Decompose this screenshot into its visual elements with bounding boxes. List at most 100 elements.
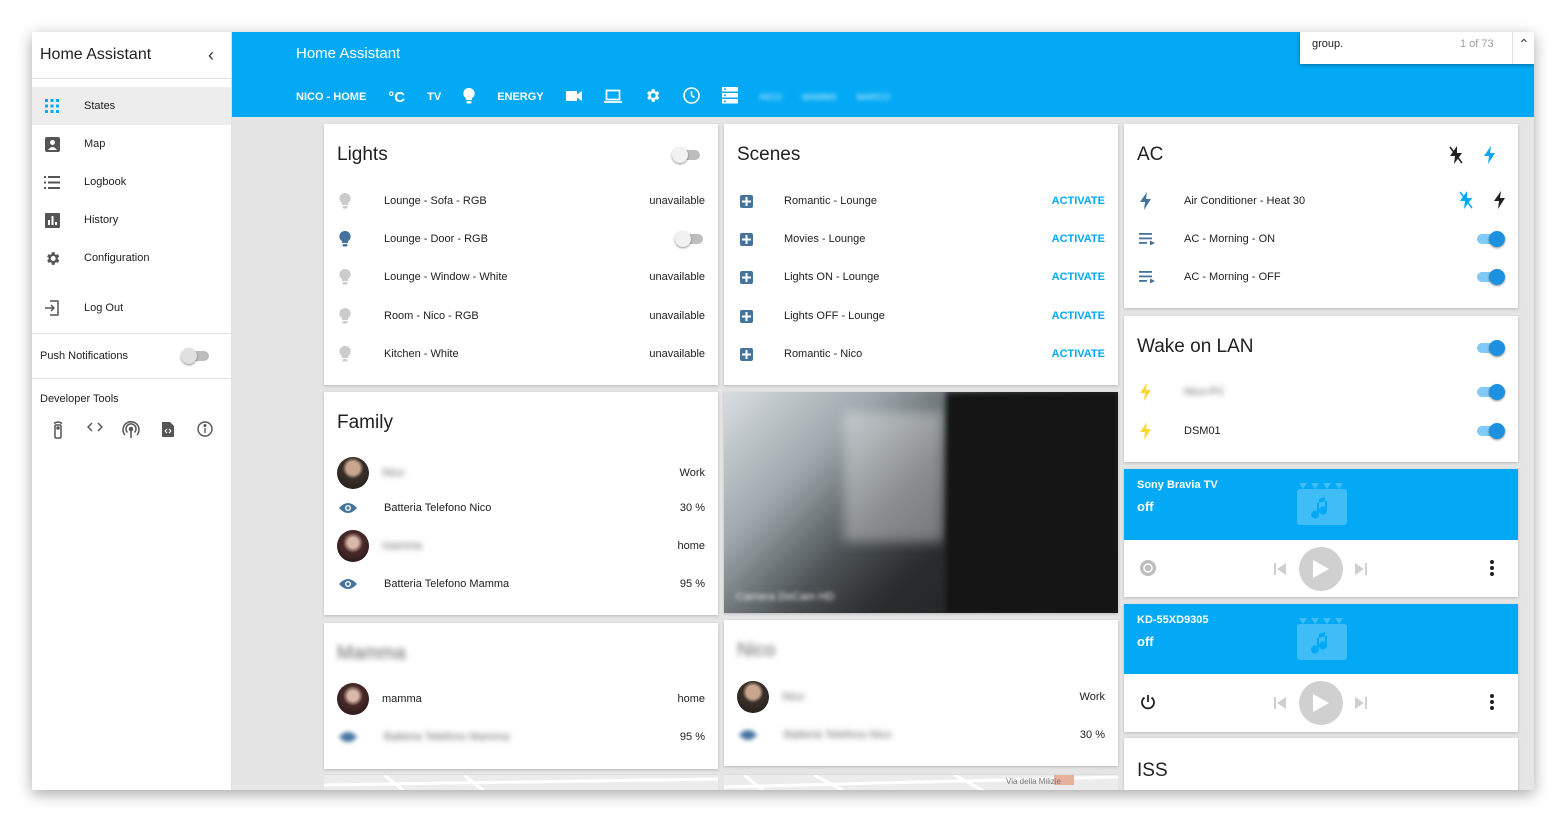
- entity-state: 30 %: [679, 502, 705, 514]
- wol-master-toggle[interactable]: [1475, 340, 1505, 356]
- flash-on-icon[interactable]: [1493, 190, 1505, 212]
- list-item[interactable]: Batteria Telefono Mamma 95 %: [337, 572, 705, 596]
- list-item[interactable]: Kitchen - White unavailable: [337, 342, 705, 366]
- list-item[interactable]: Room - Nico - RGB unavailable: [337, 304, 705, 328]
- list-item: Air Conditioner - Heat 30: [1137, 189, 1505, 213]
- activate-button[interactable]: ACTIVATE: [1052, 310, 1105, 322]
- sidebar-item-states[interactable]: States: [32, 87, 231, 125]
- entity-name: Air Conditioner - Heat 30: [1184, 195, 1306, 207]
- lights-master-toggle[interactable]: [672, 147, 702, 163]
- previous-track-icon[interactable]: [1274, 562, 1286, 580]
- map-card[interactable]: [323, 773, 719, 790]
- find-match-count: 1 of 73: [1460, 38, 1494, 50]
- tab-marco[interactable]: MARCO: [857, 92, 891, 102]
- developer-tools-icons: [40, 421, 223, 439]
- info-icon[interactable]: [186, 421, 223, 439]
- scenes-card: Scenes Romantic - Lounge ACTIVATE Movies…: [724, 124, 1118, 385]
- automation-toggle[interactable]: [1475, 269, 1505, 285]
- tab-energy[interactable]: ENERGY: [497, 91, 543, 103]
- list-item[interactable]: Lounge - Door - RGB: [337, 227, 705, 251]
- list-item[interactable]: mamma home: [337, 683, 705, 715]
- flash-on-icon[interactable]: [1483, 146, 1495, 169]
- tab-server[interactable]: [721, 87, 738, 107]
- list-item[interactable]: Batteria Telefono Nico 30 %: [337, 496, 705, 520]
- flash-off-icon[interactable]: [1449, 146, 1463, 169]
- media-player-state: off: [1137, 499, 1154, 514]
- push-notifications-toggle[interactable]: [181, 348, 211, 364]
- tab-nico[interactable]: NICO: [760, 92, 783, 102]
- sidebar-item-map[interactable]: Map: [32, 125, 231, 163]
- server-icon: [721, 87, 738, 107]
- sidebar-item-configuration[interactable]: Configuration: [32, 239, 231, 277]
- list-item[interactable]: mamma home: [337, 530, 705, 562]
- list-item[interactable]: Nico Work: [737, 681, 1105, 713]
- scene-icon: [737, 270, 771, 285]
- activate-button[interactable]: ACTIVATE: [1052, 348, 1105, 360]
- logout-icon: [32, 300, 72, 316]
- power-icon[interactable]: [1140, 694, 1156, 715]
- tab-clock[interactable]: [682, 87, 700, 107]
- template-file-icon[interactable]: [150, 421, 187, 439]
- camera-window-glare: [844, 412, 944, 542]
- scene-icon: [737, 232, 771, 247]
- activate-button[interactable]: ACTIVATE: [1052, 195, 1105, 207]
- switch-toggle[interactable]: [1475, 423, 1505, 439]
- tab-tv[interactable]: TV: [427, 91, 441, 103]
- push-notifications-label: Push Notifications: [40, 350, 129, 362]
- entity-name: Batteria Telefono Nico: [784, 729, 892, 741]
- tab-camera[interactable]: [565, 90, 582, 105]
- code-icon[interactable]: [77, 421, 114, 439]
- avatar: [737, 681, 769, 713]
- avatar: [337, 457, 369, 489]
- flash-off-icon[interactable]: [1459, 190, 1473, 212]
- play-button[interactable]: [1299, 547, 1343, 591]
- media-player-state: off: [1137, 634, 1154, 649]
- find-input[interactable]: group.: [1312, 38, 1343, 50]
- sidebar-item-label: Configuration: [84, 252, 150, 264]
- sidebar-item-label: Map: [84, 138, 106, 150]
- list-item: Romantic - Nico ACTIVATE: [737, 342, 1105, 366]
- next-track-icon[interactable]: [1355, 696, 1367, 714]
- entity-name: Batteria Telefono Mamma: [384, 578, 510, 590]
- entity-name: Nico: [382, 467, 405, 479]
- tab-nico-home[interactable]: NICO - HOME: [296, 91, 366, 103]
- entity-state: Work: [679, 467, 705, 479]
- list-item[interactable]: Lounge - Window - White unavailable: [337, 265, 705, 289]
- more-vert-icon[interactable]: [1490, 694, 1494, 715]
- activate-button[interactable]: ACTIVATE: [1052, 233, 1105, 245]
- automation-toggle[interactable]: [1475, 231, 1505, 247]
- tab-laptop[interactable]: [603, 89, 622, 106]
- more-vert-icon[interactable]: [1490, 560, 1494, 581]
- nico-card: Nico Nico Work Batteria Telefono Nico 30…: [724, 620, 1118, 766]
- sidebar-item-logout[interactable]: Log Out: [32, 289, 231, 327]
- list-item[interactable]: Batteria Telefono Nico 30 %: [737, 723, 1105, 747]
- collapse-sidebar-icon[interactable]: ‹: [199, 45, 223, 66]
- next-track-icon[interactable]: [1355, 562, 1367, 580]
- previous-track-icon[interactable]: [1274, 696, 1286, 714]
- entity-name: Lounge - Door - RGB: [384, 233, 488, 245]
- activate-button[interactable]: ACTIVATE: [1052, 271, 1105, 283]
- list-item[interactable]: Batteria Telefono Mamma 95 %: [337, 725, 705, 749]
- broadcast-icon[interactable]: [113, 421, 150, 439]
- map-card[interactable]: Via della Milizie: [723, 773, 1119, 790]
- light-toggle[interactable]: [675, 231, 705, 247]
- card-title: Family: [337, 412, 393, 433]
- switch-toggle[interactable]: [1475, 384, 1505, 400]
- power-icon[interactable]: [1140, 560, 1156, 581]
- list-item[interactable]: Lounge - Sofa - RGB unavailable: [337, 189, 705, 213]
- remote-icon[interactable]: [40, 421, 77, 439]
- media-controls: [1124, 540, 1518, 597]
- list-item[interactable]: Nico Work: [337, 457, 705, 489]
- sidebar-item-logbook[interactable]: Logbook: [32, 163, 231, 201]
- sidebar-item-label: History: [84, 214, 119, 226]
- tab-climate[interactable]: °C: [388, 89, 405, 106]
- tab-lightbulb[interactable]: [463, 87, 475, 107]
- play-button[interactable]: [1299, 681, 1343, 725]
- tab-settings[interactable]: [644, 87, 661, 107]
- chevron-up-icon[interactable]: ⌃: [1518, 36, 1530, 53]
- tab-mamma[interactable]: MAMMA: [802, 92, 837, 102]
- entity-name: Lounge - Window - White: [384, 271, 508, 283]
- camera-card[interactable]: Camera DoCam HD: [724, 392, 1118, 613]
- entity-name: Batteria Telefono Nico: [384, 502, 492, 514]
- sidebar-item-history[interactable]: History: [32, 201, 231, 239]
